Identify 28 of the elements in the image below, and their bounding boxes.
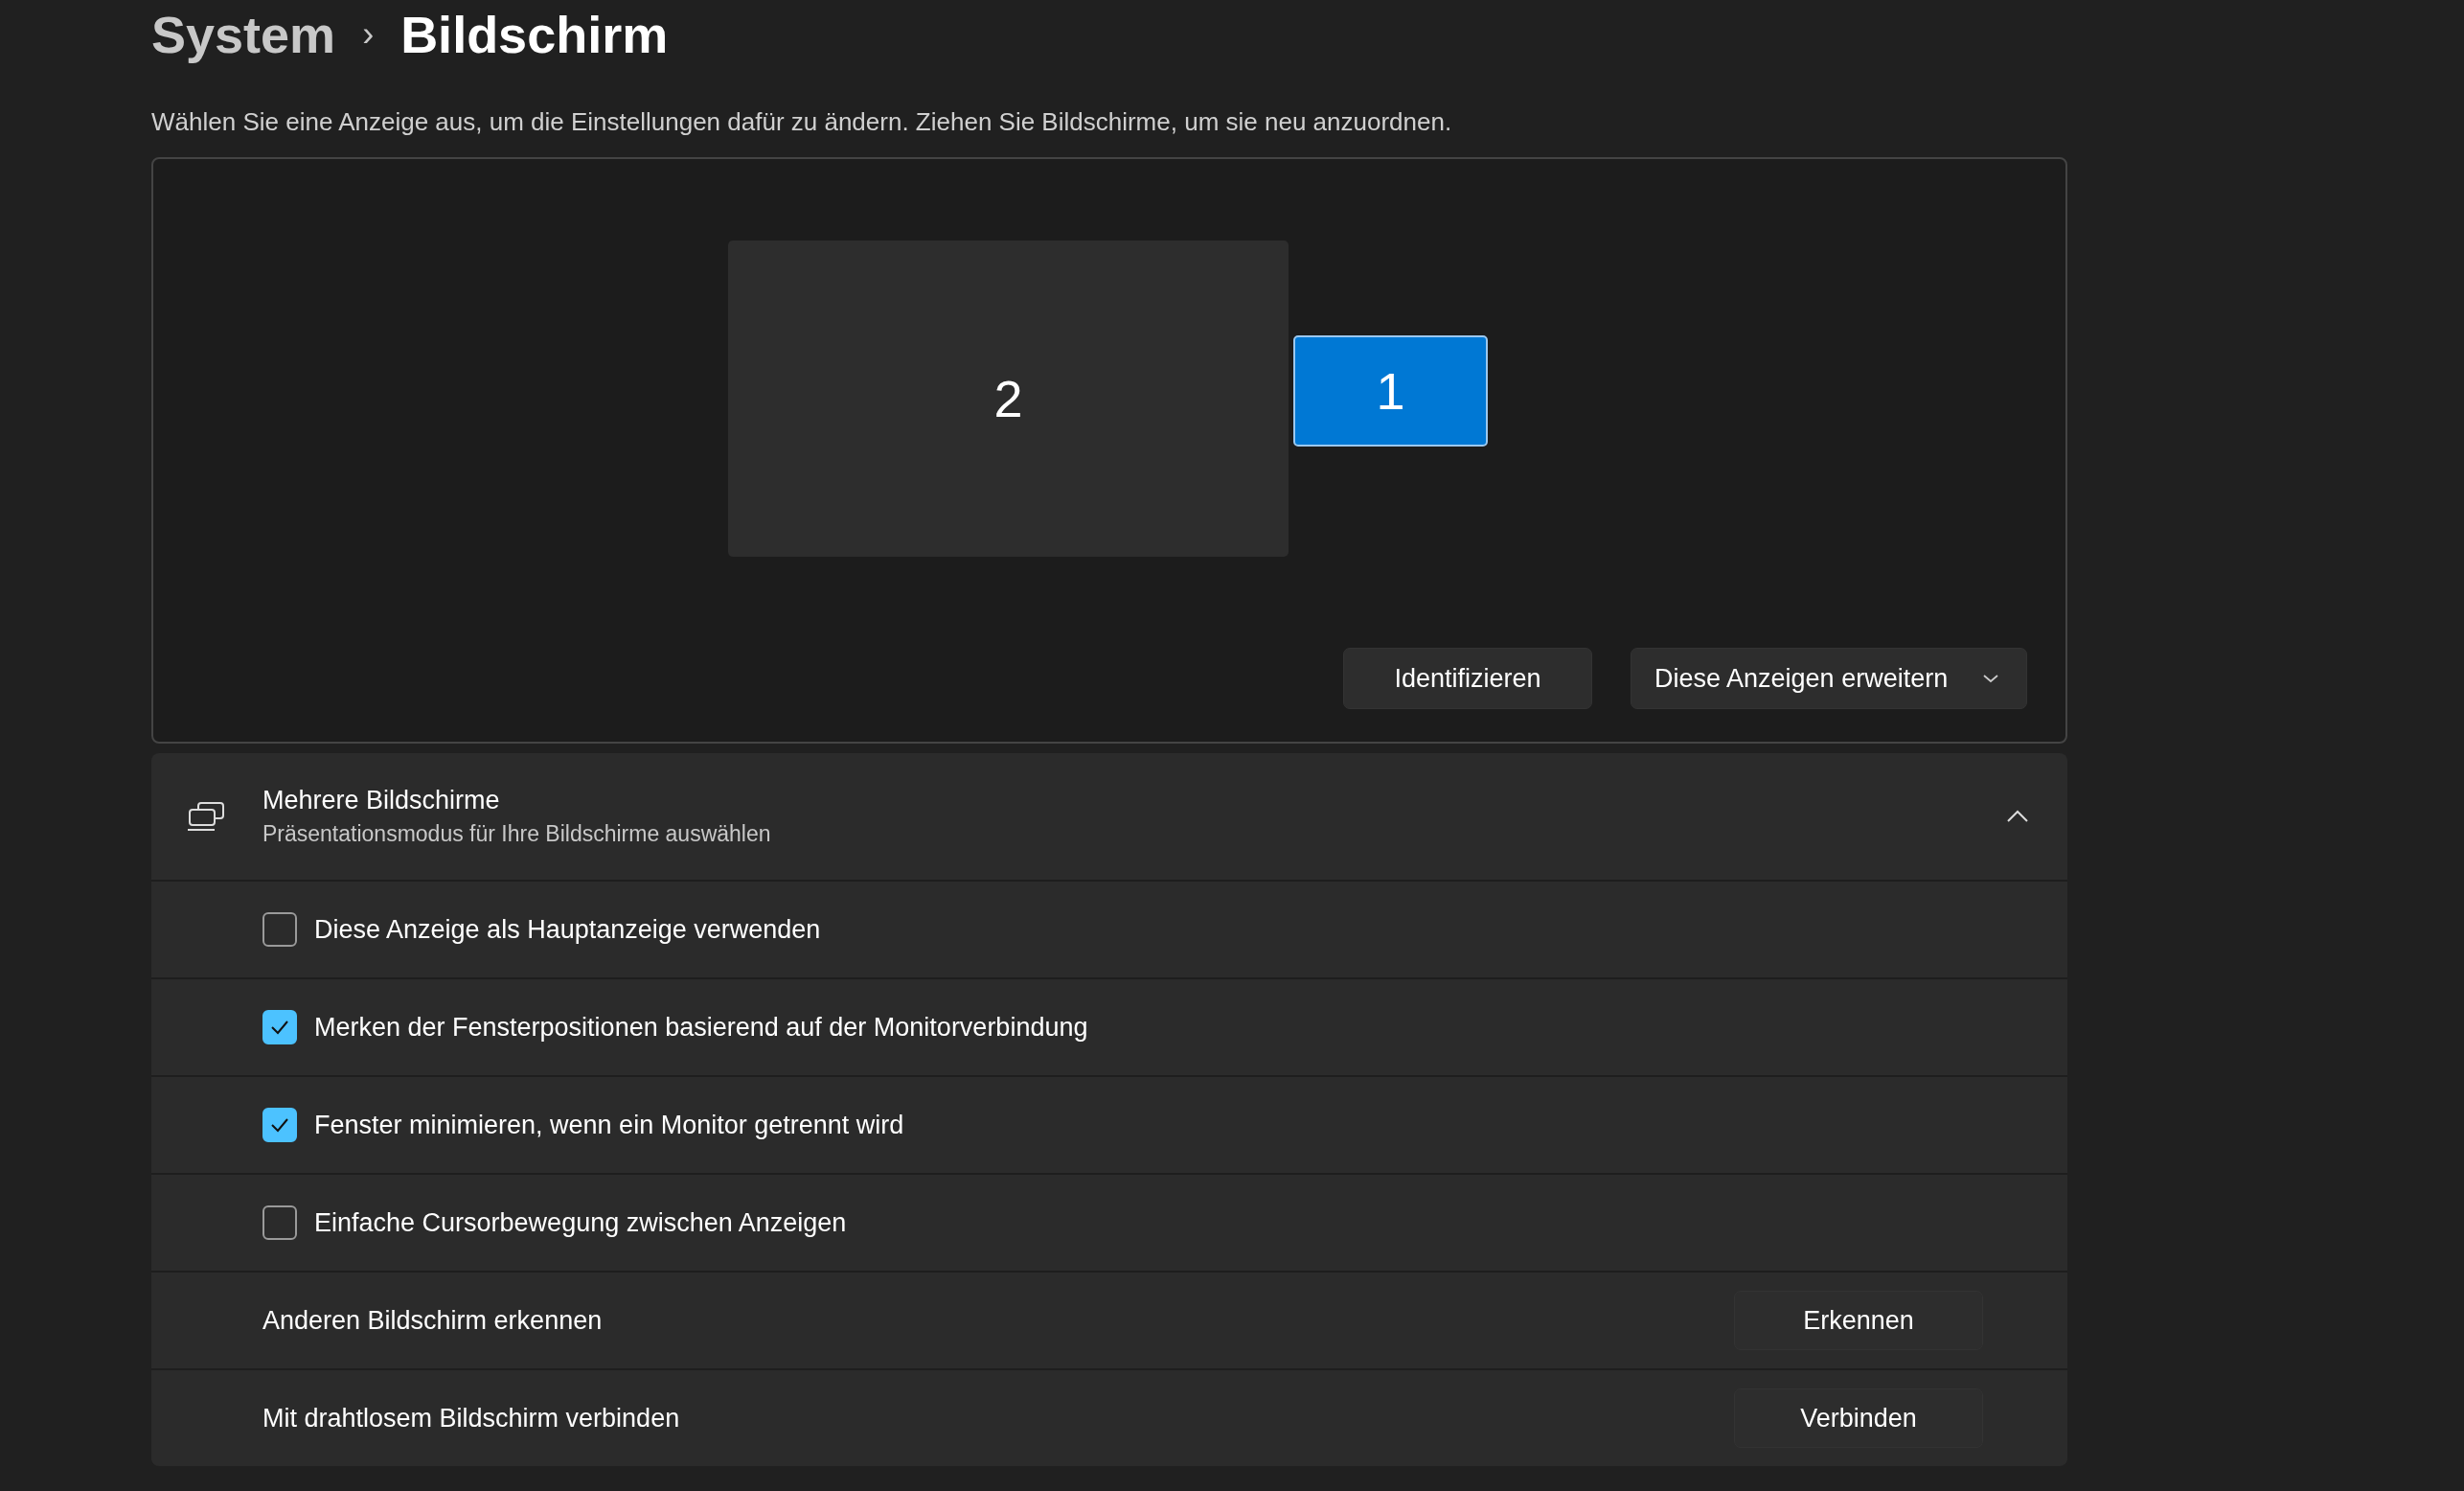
display-tile[interactable]: 2 xyxy=(728,241,1289,557)
display-mode-dropdown[interactable]: Diese Anzeigen erweitern xyxy=(1631,648,2027,709)
chevron-up-icon[interactable] xyxy=(2006,810,2029,823)
setting-label: Anderen Bildschirm erkennen xyxy=(262,1305,604,1336)
display-tile[interactable]: 1 xyxy=(1293,335,1488,447)
action-button[interactable]: Verbinden xyxy=(1734,1388,1983,1448)
checkbox-label[interactable]: Merken der Fensterpositionen basierend auf der Monitorverbindung xyxy=(314,1012,1088,1043)
checkbox-label[interactable]: Diese Anzeige als Hauptanzeige verwenden xyxy=(314,914,821,945)
checkmark-icon xyxy=(269,1116,290,1134)
identify-button[interactable]: Identifizieren xyxy=(1343,648,1592,709)
checkbox[interactable] xyxy=(262,1205,297,1240)
setting-label: Mit drahtlosem Bildschirm verbinden xyxy=(262,1403,681,1434)
checkbox[interactable] xyxy=(262,1108,297,1142)
multiple-displays-header[interactable]: Mehrere Bildschirme Präsentationsmodus für Ihre Bildschirme auswählen xyxy=(151,753,2067,882)
breadcrumb-separator: › xyxy=(362,14,375,55)
checkbox-label[interactable]: Einfache Cursorbewegung zwischen Anzeigen xyxy=(314,1207,847,1238)
page-title: Bildschirm xyxy=(400,5,669,64)
section-title: Mehrere Bildschirme xyxy=(262,786,501,815)
checkmark-icon xyxy=(269,1019,290,1036)
action-button[interactable]: Erkennen xyxy=(1734,1291,1983,1350)
chevron-down-icon xyxy=(1982,674,1999,683)
checkbox[interactable] xyxy=(262,1010,297,1044)
monitors-icon xyxy=(186,801,226,832)
description-text: Wählen Sie eine Anzeige aus, um die Einstellungen dafür zu ändern. Ziehen Sie Bildschirme, um sie neu anzuordnen. xyxy=(151,107,1453,138)
checkbox-label[interactable]: Fenster minimieren, wenn ein Monitor getrennt wird xyxy=(314,1110,904,1140)
section-subtitle: Präsentationsmodus für Ihre Bildschirme auswählen xyxy=(262,821,772,847)
breadcrumb-parent[interactable]: System xyxy=(151,5,336,64)
checkbox[interactable] xyxy=(262,912,297,947)
